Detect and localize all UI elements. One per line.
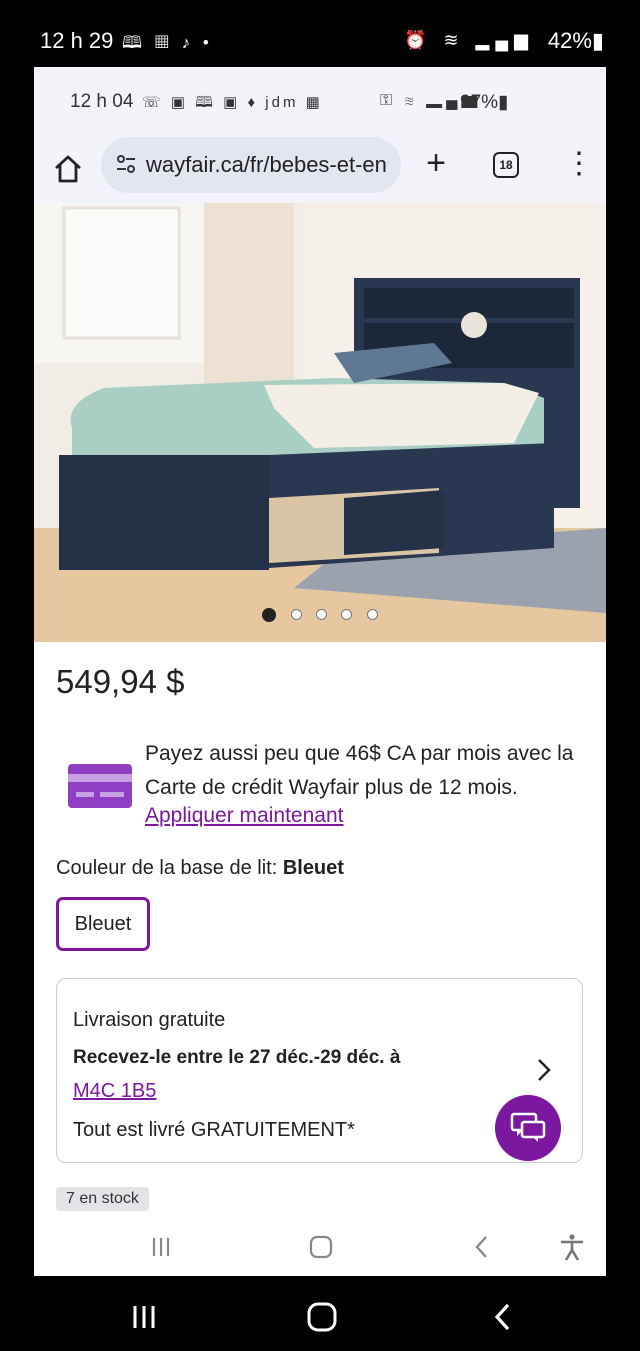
home-nav-icon[interactable] bbox=[306, 1232, 336, 1262]
product-image-carousel[interactable] bbox=[34, 203, 606, 642]
outer-status-bar: 12 h 29 🕮 ▦ ♪ • ⏰ ≋ ▂▄▆ 42%▮ bbox=[0, 0, 640, 66]
inner-status-bar: 12 h 04 ☏ ▣ 🕮 ▣ ♦ jdm ▦ ⚿ ≋ ▂▄▆ 97%▮ bbox=[34, 67, 606, 137]
inner-battery: 97%▮ bbox=[460, 92, 509, 113]
outer-clock: 12 h 29 bbox=[40, 28, 114, 53]
back-icon[interactable] bbox=[467, 1232, 497, 1262]
carousel-indicator[interactable] bbox=[34, 606, 606, 624]
browser-menu-button[interactable]: ⋮ bbox=[564, 149, 594, 179]
new-tab-button[interactable]: + bbox=[420, 146, 452, 180]
color-option-caption: Couleur de la base de lit: bbox=[56, 857, 283, 879]
outer-home-icon[interactable] bbox=[305, 1300, 339, 1334]
outer-navigation-bar bbox=[0, 1276, 640, 1351]
delivery-title: Livraison gratuite bbox=[73, 1009, 226, 1031]
chat-button[interactable] bbox=[495, 1095, 561, 1161]
recent-apps-icon[interactable] bbox=[146, 1232, 176, 1262]
color-swatch-bleuet[interactable]: Bleuet bbox=[56, 897, 150, 951]
chevron-right-icon[interactable] bbox=[535, 1057, 553, 1083]
chat-bubble-icon bbox=[510, 1112, 546, 1142]
inner-navigation-bar bbox=[34, 1220, 606, 1276]
product-price: 549,94 $ bbox=[56, 663, 185, 700]
carousel-dot[interactable] bbox=[290, 609, 302, 621]
carousel-dot[interactable] bbox=[262, 607, 277, 622]
tab-switcher-button[interactable]: 18 bbox=[493, 152, 519, 178]
credit-card-icon bbox=[68, 764, 132, 808]
outer-back-icon[interactable] bbox=[486, 1300, 520, 1334]
inner-clock: 12 h 04 bbox=[70, 91, 134, 112]
outer-notification-icons: 🕮 ▦ ♪ • bbox=[122, 33, 213, 52]
color-option-label: Couleur de la base de lit: Bleuet bbox=[56, 857, 344, 880]
url-text[interactable]: wayfair.ca/fr/bebes-et-en bbox=[146, 152, 394, 178]
financing-promo-text: Payez aussi peu que 46$ CA par mois avec… bbox=[145, 742, 574, 799]
outer-system-icons: ⏰ ≋ ▂▄▆ bbox=[404, 30, 534, 50]
outer-recent-apps-icon[interactable] bbox=[127, 1300, 161, 1334]
product-photo bbox=[34, 203, 606, 642]
carousel-dot[interactable] bbox=[366, 609, 378, 621]
carousel-dot[interactable] bbox=[341, 609, 353, 621]
outer-battery: 42%▮ bbox=[547, 28, 604, 53]
color-option-value: Bleuet bbox=[282, 857, 344, 879]
accessibility-icon[interactable] bbox=[557, 1232, 587, 1262]
inner-notification-icons: ☏ ▣ 🕮 ▣ ♦ jdm ▦ bbox=[142, 94, 323, 111]
home-icon[interactable] bbox=[52, 153, 84, 185]
inner-screenshot: 12 h 04 ☏ ▣ 🕮 ▣ ♦ jdm ▦ ⚿ ≋ ▂▄▆ 97%▮ way… bbox=[34, 67, 606, 1276]
delivery-info-card[interactable]: Livraison gratuite Recevez-le entre le 2… bbox=[56, 978, 583, 1163]
site-settings-icon[interactable] bbox=[115, 153, 137, 175]
carousel-dot[interactable] bbox=[316, 609, 327, 621]
delivery-note: Tout est livré GRATUITEMENT* bbox=[73, 1119, 355, 1141]
postal-code-link[interactable]: M4C 1B5 bbox=[73, 1080, 156, 1103]
browser-toolbar: wayfair.ca/fr/bebes-et-en + 18 ⋮ bbox=[34, 137, 606, 203]
delivery-eta: Recevez-le entre le 27 déc.-29 déc. à bbox=[73, 1047, 401, 1068]
apply-now-link[interactable]: Appliquer maintenant bbox=[145, 804, 343, 828]
address-bar[interactable]: wayfair.ca/fr/bebes-et-en bbox=[101, 137, 401, 193]
stock-badge: 7 en stock bbox=[56, 1187, 149, 1211]
